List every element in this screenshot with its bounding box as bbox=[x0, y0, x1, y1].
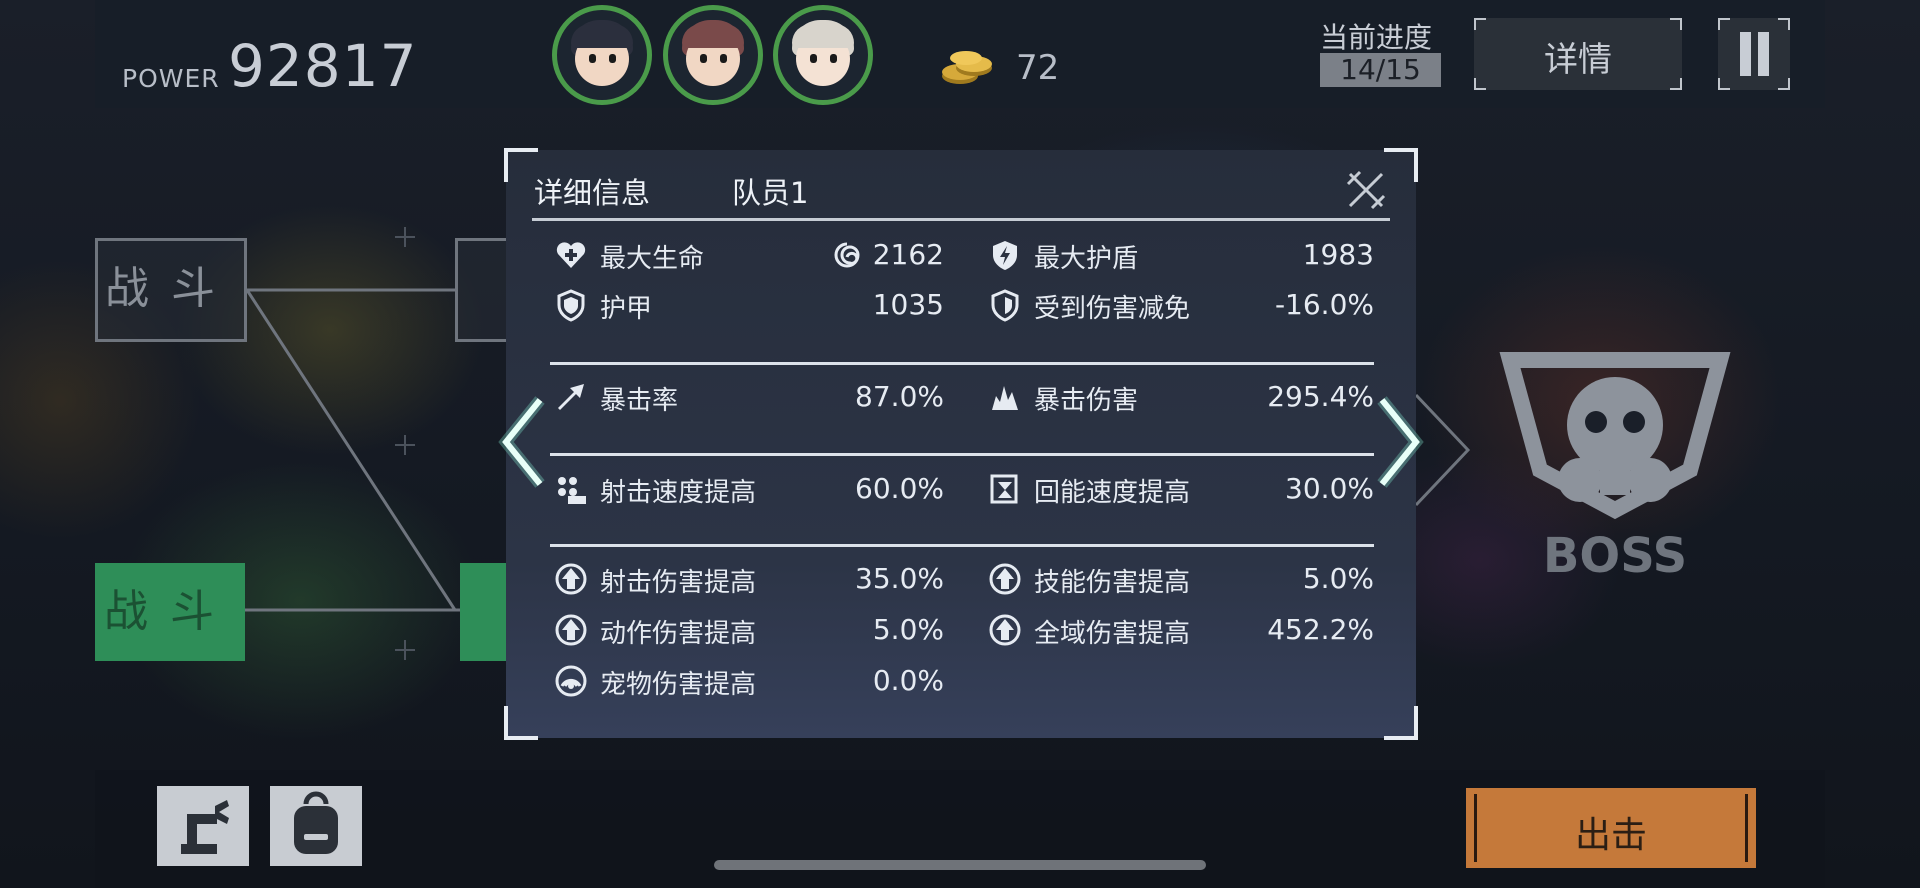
modal-title: 详细信息 bbox=[534, 176, 651, 210]
close-button[interactable] bbox=[1340, 164, 1392, 216]
detail-info-modal: 详细信息 队员1 最大生命 2162 最大护盾 1983 护甲 1035 受到伤… bbox=[504, 148, 1418, 740]
energy-regen-icon bbox=[990, 474, 1018, 504]
energy-regen-label: 回能速度提高 bbox=[1034, 478, 1191, 508]
next-member-button[interactable] bbox=[1374, 392, 1424, 492]
max-shield-value: 1983 bbox=[1302, 238, 1374, 271]
energy-regen-value: 30.0% bbox=[1285, 472, 1374, 505]
crit-arrow-icon bbox=[558, 384, 584, 410]
title-divider bbox=[532, 218, 1390, 221]
crit-damage-label: 暴击伤害 bbox=[1034, 386, 1139, 416]
global-damage-label: 全域伤害提高 bbox=[1034, 619, 1191, 649]
boss-node[interactable]: BOSS bbox=[1490, 340, 1740, 580]
previous-member-button[interactable] bbox=[498, 392, 548, 492]
shoot-damage-value: 35.0% bbox=[855, 562, 944, 595]
modal-subtitle: 队员1 bbox=[732, 176, 809, 210]
max-hp-label: 最大生命 bbox=[600, 244, 705, 274]
build-button[interactable] bbox=[157, 786, 249, 866]
damage-reduction-icon bbox=[991, 289, 1019, 322]
armor-shield-icon bbox=[557, 289, 585, 322]
sortie-button[interactable]: 出击 bbox=[1466, 788, 1756, 868]
robot-arm-icon bbox=[181, 800, 229, 854]
chevron-left-icon bbox=[498, 396, 545, 488]
heart-plus-icon bbox=[556, 242, 586, 268]
max-shield-label: 最大护盾 bbox=[1034, 244, 1139, 274]
armor-label: 护甲 bbox=[600, 294, 653, 324]
crit-damage-flame-icon bbox=[992, 386, 1018, 410]
fire-rate-label: 射击速度提高 bbox=[600, 478, 757, 508]
section-divider bbox=[550, 544, 1374, 547]
pet-damage-label: 宠物伤害提高 bbox=[600, 670, 757, 700]
pet-damage-up-icon bbox=[555, 665, 587, 697]
backpack-icon bbox=[294, 791, 338, 854]
global-damage-up-icon bbox=[989, 614, 1021, 646]
skill-damage-label: 技能伤害提高 bbox=[1034, 568, 1191, 598]
damage-reduction-value: -16.0% bbox=[1274, 288, 1374, 321]
section-divider bbox=[550, 453, 1374, 456]
fire-rate-icon bbox=[558, 477, 586, 504]
sortie-button-label: 出击 bbox=[1574, 815, 1647, 856]
crit-rate-value: 87.0% bbox=[855, 380, 944, 413]
shoot-damage-up-icon bbox=[555, 563, 587, 595]
close-icon bbox=[1346, 170, 1386, 210]
fire-rate-value: 60.0% bbox=[855, 472, 944, 505]
action-damage-up-icon bbox=[555, 614, 587, 646]
action-damage-label: 动作伤害提高 bbox=[600, 619, 757, 649]
global-damage-value: 452.2% bbox=[1267, 613, 1374, 646]
crit-rate-label: 暴击率 bbox=[600, 386, 679, 416]
chevron-right-icon bbox=[1377, 396, 1424, 488]
skill-damage-value: 5.0% bbox=[1302, 562, 1374, 595]
action-damage-value: 5.0% bbox=[872, 613, 944, 646]
home-indicator[interactable] bbox=[714, 860, 1206, 870]
battle-node-1[interactable]: 战斗 bbox=[95, 238, 247, 342]
section-divider bbox=[550, 362, 1374, 365]
skill-damage-up-icon bbox=[989, 563, 1021, 595]
damage-reduction-label: 受到伤害减免 bbox=[1034, 294, 1191, 324]
pet-damage-value: 0.0% bbox=[872, 664, 944, 697]
shield-bolt-icon bbox=[993, 241, 1017, 270]
backpack-button[interactable] bbox=[270, 786, 362, 866]
battle-node-2[interactable]: 战斗 bbox=[95, 563, 245, 661]
boss-label: BOSS bbox=[1543, 528, 1687, 580]
max-hp-value: 2162 bbox=[872, 238, 944, 271]
armor-value: 1035 bbox=[872, 288, 944, 321]
shoot-damage-label: 射击伤害提高 bbox=[600, 568, 757, 598]
crit-damage-value: 295.4% bbox=[1267, 380, 1374, 413]
